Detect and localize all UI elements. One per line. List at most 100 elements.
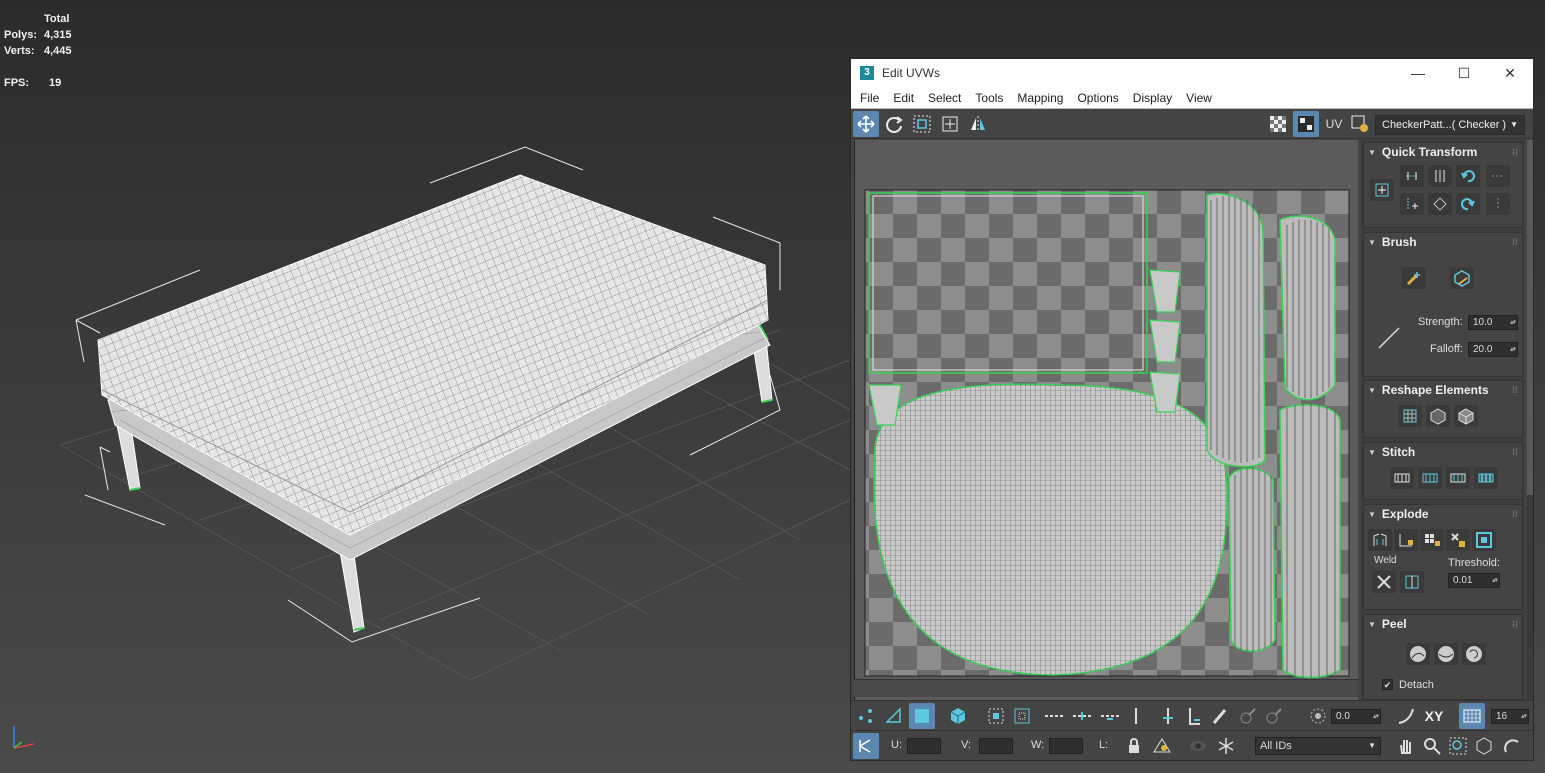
ring-shrink-button[interactable]: [1181, 703, 1207, 729]
zoom-region-button[interactable]: [1445, 733, 1471, 759]
soft-selection-button[interactable]: [1305, 703, 1331, 729]
absolute-offset-toggle[interactable]: [853, 733, 879, 759]
minimize-button[interactable]: —: [1395, 59, 1441, 87]
falloff-space-xy-toggle[interactable]: XY: [1421, 703, 1447, 729]
uv-editor-canvas[interactable]: [854, 140, 1358, 700]
close-button[interactable]: ✕: [1487, 59, 1533, 87]
rollout-brush-header[interactable]: ▼ Brush ⁞⁞: [1364, 233, 1522, 251]
align-to-edge-button[interactable]: [1400, 193, 1424, 215]
align-horizontal-button[interactable]: [1400, 165, 1424, 187]
shrink-selection-button[interactable]: [1009, 703, 1035, 729]
zoom-button[interactable]: [1419, 733, 1445, 759]
straighten-button[interactable]: [1428, 193, 1452, 215]
peel-mode-button[interactable]: [1434, 643, 1458, 665]
panel-scrollbar[interactable]: [1527, 140, 1533, 700]
menu-select[interactable]: Select: [921, 91, 968, 105]
detach-checkbox[interactable]: ✔ Detach: [1382, 679, 1434, 691]
stitch-custom-button[interactable]: [1390, 467, 1414, 489]
rollout-peel-header[interactable]: ▼ Peel ⁞⁞: [1364, 615, 1522, 633]
grid-size-spinner[interactable]: 16: [1491, 709, 1529, 724]
align-vertical-button[interactable]: [1428, 165, 1452, 187]
space-horizontal-button[interactable]: [1486, 165, 1510, 187]
edit-uvws-window[interactable]: 3 Edit UVWs — ☐ ✕ File Edit Select Tools…: [850, 58, 1534, 761]
relax-brush-button[interactable]: [1450, 267, 1474, 289]
straighten-selection-button[interactable]: [1398, 405, 1422, 427]
loop-select-button[interactable]: [1041, 703, 1067, 729]
mirror-tool-button[interactable]: [965, 111, 991, 137]
uv-layout-view[interactable]: [855, 140, 1358, 700]
zoom-to-gizmo-button[interactable]: [1499, 733, 1525, 759]
show-map-button[interactable]: [1293, 111, 1319, 137]
flatten-by-smoothing-button[interactable]: [1446, 529, 1470, 551]
brush-falloff-curve-button[interactable]: [1374, 323, 1404, 353]
pan-view-button[interactable]: [1393, 733, 1419, 759]
falloff-curve-button[interactable]: [1393, 703, 1419, 729]
threshold-spinner[interactable]: 0.01: [1448, 573, 1500, 588]
peel-reset-button[interactable]: [1462, 643, 1486, 665]
panel-scrollbar-thumb[interactable]: [1527, 140, 1533, 495]
u-coordinate-input[interactable]: [907, 738, 941, 754]
w-coordinate-input[interactable]: [1049, 738, 1083, 754]
menu-file[interactable]: File: [853, 91, 886, 105]
select-polygon-button[interactable]: [909, 703, 935, 729]
quick-peel-button[interactable]: [1406, 643, 1430, 665]
texture-settings-button[interactable]: [1347, 111, 1373, 137]
show-hidden-button[interactable]: [1185, 733, 1211, 759]
stitch-to-target-button[interactable]: [1418, 467, 1442, 489]
rollout-reshape-header[interactable]: ▼ Reshape Elements ⁞⁞: [1364, 381, 1522, 399]
grid-snap-button[interactable]: [1459, 703, 1485, 729]
menu-display[interactable]: Display: [1126, 91, 1179, 105]
grow-selection-button[interactable]: [983, 703, 1009, 729]
freeze-selected-button[interactable]: [1213, 733, 1239, 759]
material-id-dropdown[interactable]: All IDs ▼: [1255, 737, 1381, 755]
flatten-by-polygon-button[interactable]: [1420, 529, 1444, 551]
menu-edit[interactable]: Edit: [886, 91, 921, 105]
relax-button[interactable]: [1426, 405, 1450, 427]
relax-settings-button[interactable]: [1454, 405, 1478, 427]
zoom-extents-button[interactable]: [1471, 733, 1497, 759]
lock-selection-button[interactable]: [1121, 733, 1147, 759]
rollout-quick-transform-header[interactable]: ▼ Quick Transform ⁞⁞: [1364, 143, 1522, 161]
flatten-by-material-button[interactable]: [1472, 529, 1496, 551]
menu-mapping[interactable]: Mapping: [1010, 91, 1070, 105]
v-coordinate-input[interactable]: [979, 738, 1013, 754]
space-vertical-button[interactable]: [1486, 193, 1510, 215]
menu-options[interactable]: Options: [1070, 91, 1125, 105]
hide-selected-button[interactable]: [1149, 733, 1175, 759]
move-tool-button[interactable]: [853, 111, 879, 137]
scale-tool-button[interactable]: [909, 111, 935, 137]
uv-horizontal-scrollbar[interactable]: [854, 679, 1358, 697]
rollout-explode-header[interactable]: ▼ Explode ⁞⁞: [1364, 505, 1522, 523]
rotate-tool-button[interactable]: [881, 111, 907, 137]
paint-shrink-button[interactable]: [1261, 703, 1287, 729]
set-pivot-button[interactable]: [1370, 179, 1394, 201]
falloff-spinner[interactable]: 20.0: [1468, 342, 1518, 357]
break-button[interactable]: [1368, 529, 1392, 551]
soft-selection-falloff-spinner[interactable]: 0.0: [1331, 709, 1381, 724]
weld-target-button[interactable]: [1400, 571, 1424, 593]
rotate-ccw-button[interactable]: [1456, 165, 1480, 187]
maximize-button[interactable]: ☐: [1441, 59, 1487, 87]
loop-grow-button[interactable]: [1069, 703, 1095, 729]
menu-tools[interactable]: Tools: [968, 91, 1010, 105]
paint-grow-button[interactable]: [1235, 703, 1261, 729]
rotate-cw-button[interactable]: [1456, 193, 1480, 215]
strength-spinner[interactable]: 10.0: [1468, 315, 1518, 330]
stitch-average-button[interactable]: [1446, 467, 1470, 489]
select-vertex-button[interactable]: [853, 703, 879, 729]
uv-space-toggle[interactable]: UV: [1321, 111, 1347, 137]
select-edge-button[interactable]: [881, 703, 907, 729]
ottoman-model-view[interactable]: [0, 0, 850, 773]
paint-move-button[interactable]: [1402, 267, 1426, 289]
loop-shrink-button[interactable]: [1097, 703, 1123, 729]
select-element-button[interactable]: [945, 703, 971, 729]
window-titlebar[interactable]: 3 Edit UVWs — ☐ ✕: [851, 59, 1533, 87]
ring-select-button[interactable]: [1123, 703, 1149, 729]
ring-grow-button[interactable]: [1155, 703, 1181, 729]
detach-edge-button[interactable]: [1394, 529, 1418, 551]
freeform-tool-button[interactable]: [937, 111, 963, 137]
weld-selected-button[interactable]: [1372, 571, 1396, 593]
texture-dropdown[interactable]: CheckerPatt...( Checker ) ▼: [1375, 115, 1525, 135]
stitch-to-source-button[interactable]: [1474, 467, 1498, 489]
paint-select-button[interactable]: [1207, 703, 1233, 729]
